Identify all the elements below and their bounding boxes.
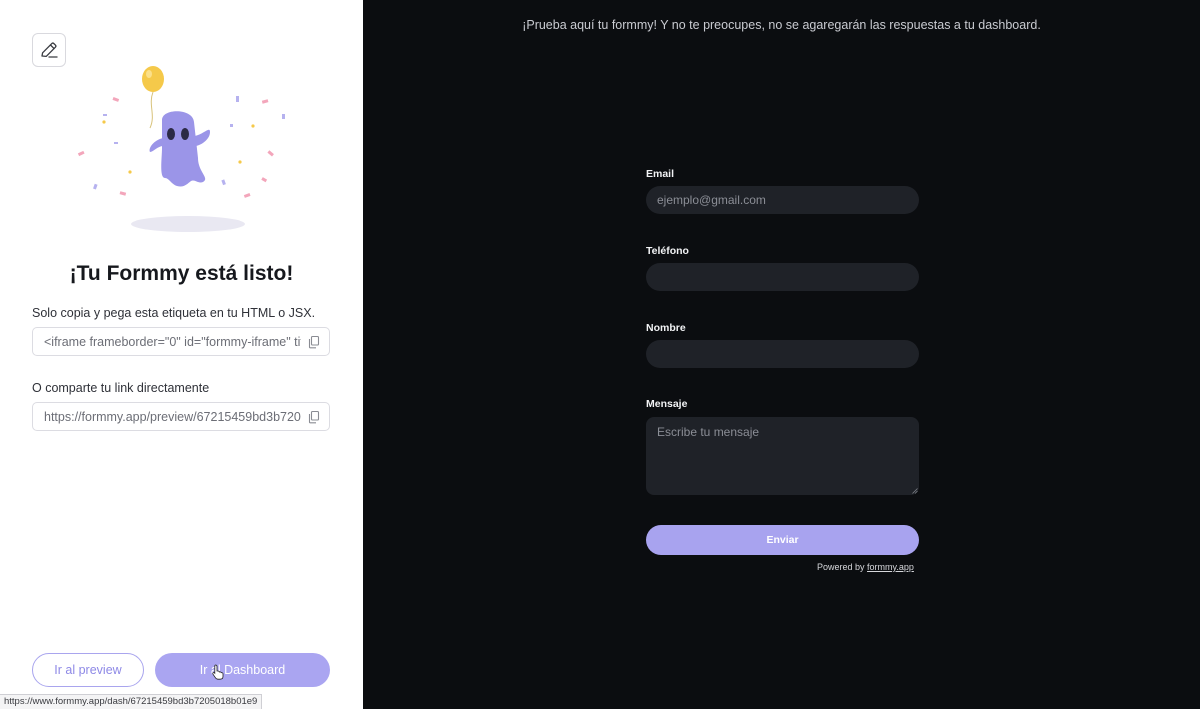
pointer-cursor-icon <box>212 664 224 680</box>
balloon-illustration <box>142 66 164 92</box>
email-label: Email <box>646 168 675 180</box>
phone-label: Teléfono <box>646 245 689 257</box>
embed-code-value: <iframe frameborder="0" id="formmy-ifram… <box>44 334 301 349</box>
status-bar-url: https://www.formmy.app/dash/67215459bd3b… <box>0 694 263 709</box>
copy-icon[interactable] <box>307 335 321 349</box>
powered-by-link[interactable]: formmy.app <box>867 562 914 572</box>
edit-button[interactable] <box>32 33 66 67</box>
message-label: Mensaje <box>646 398 688 410</box>
resize-handle-icon[interactable] <box>912 488 918 494</box>
message-field[interactable] <box>646 417 919 495</box>
page-title: ¡Tu Formmy está listo! <box>69 262 294 285</box>
share-link-field[interactable]: https://formmy.app/preview/67215459bd3b7… <box>32 402 330 431</box>
ghost-illustration <box>77 66 285 232</box>
link-label: O comparte tu link directamente <box>32 381 210 395</box>
powered-by: Powered by formmy.app <box>817 562 914 572</box>
name-label: Nombre <box>646 322 686 334</box>
share-link-value: https://formmy.app/preview/67215459bd3b7… <box>44 409 301 424</box>
test-banner: ¡Prueba aquí tu formmy! Y no te preocupe… <box>522 18 1041 32</box>
embed-code-field[interactable]: <iframe frameborder="0" id="formmy-ifram… <box>32 327 330 356</box>
dashboard-button[interactable]: Ir al Dashboard <box>155 653 330 687</box>
embed-label: Solo copia y pega esta etiqueta en tu HT… <box>32 306 316 320</box>
phone-field[interactable] <box>646 263 919 291</box>
form-preview-panel: ¡Prueba aquí tu formmy! Y no te preocupe… <box>363 0 1200 709</box>
left-panel: ¡Tu Formmy está listo! Solo copia y pega… <box>0 0 363 709</box>
name-field[interactable] <box>646 340 919 368</box>
copy-icon[interactable] <box>307 410 321 424</box>
powered-by-prefix: Powered by <box>817 562 868 572</box>
submit-button[interactable]: Enviar <box>646 525 919 555</box>
preview-button[interactable]: Ir al preview <box>32 653 144 687</box>
email-field[interactable] <box>646 186 919 214</box>
edit-pencil-icon <box>41 42 58 58</box>
